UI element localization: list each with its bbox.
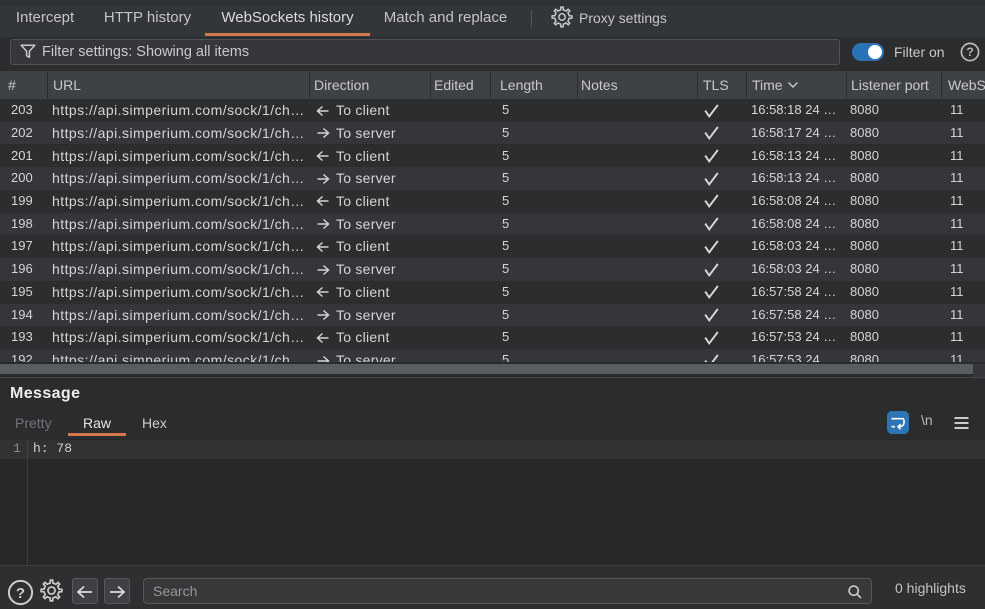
svg-text:?: ? <box>966 45 973 59</box>
svg-text:?: ? <box>16 585 25 602</box>
